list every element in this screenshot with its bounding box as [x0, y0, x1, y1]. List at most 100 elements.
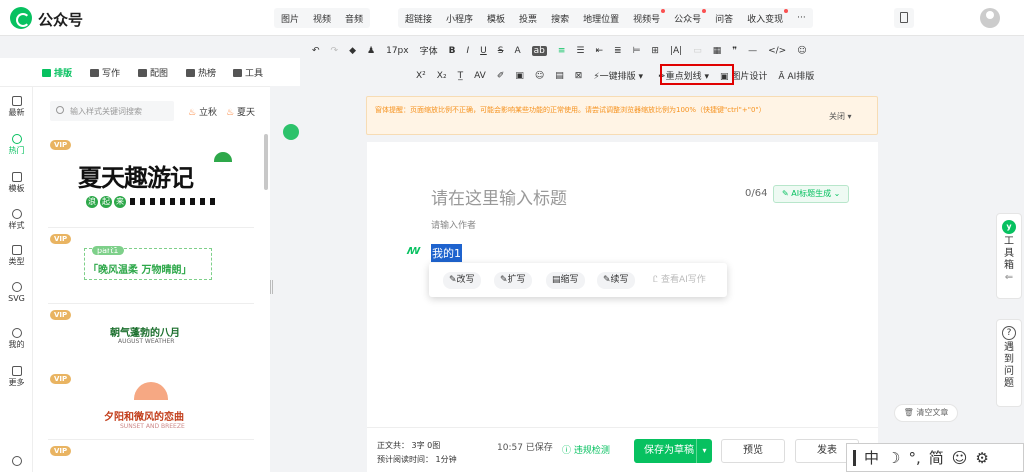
pen-icon[interactable]: ✐ [497, 71, 505, 81]
list-icon[interactable]: ⊞ [651, 46, 659, 56]
text-effect-icon[interactable]: T̲ [458, 71, 464, 81]
char-spacing-icon[interactable]: AV [474, 71, 486, 81]
ai-pen-icon[interactable]: ꟿ [407, 246, 420, 257]
quote-icon[interactable]: ❞ [732, 46, 737, 56]
format-brush-icon[interactable]: ◆ [349, 46, 356, 56]
author-input[interactable]: 请输入作者 [431, 218, 476, 231]
menu-location[interactable]: 地理位置 [576, 12, 626, 25]
table-icon[interactable]: ▦ [713, 46, 722, 56]
vnav-type[interactable]: 类型 [0, 245, 33, 267]
tab-hot-list[interactable]: 热榜 [186, 66, 216, 79]
menu-image[interactable]: 图片 [274, 12, 306, 25]
menu-miniprogram[interactable]: 小程序 [439, 12, 480, 25]
menu-vote[interactable]: 投票 [512, 12, 544, 25]
ime-moon-icon[interactable]: ☽ [887, 449, 900, 467]
font-color-icon[interactable]: A [514, 46, 520, 56]
menu-qa[interactable]: 问答 [708, 12, 740, 25]
tab-write[interactable]: 写作 [90, 66, 120, 79]
menu-search[interactable]: 搜索 [544, 12, 576, 25]
italic-icon[interactable]: I [466, 46, 469, 56]
panel-resize-handle[interactable] [270, 280, 273, 294]
indent-icon[interactable]: ⇤ [595, 46, 603, 56]
ime-chinese-mode[interactable]: 中 [864, 447, 879, 468]
ime-settings-icon[interactable]: ⚙ [975, 449, 988, 467]
vnav-style[interactable]: 样式 [0, 209, 33, 231]
headset-icon[interactable] [12, 456, 22, 466]
menu-monetize[interactable]: 收入变现 [740, 8, 790, 25]
selected-body-text[interactable]: 我的1 [431, 244, 462, 262]
code-icon[interactable]: </> [768, 46, 786, 56]
violation-check-button[interactable]: ⓘ 违规检测 [562, 443, 610, 456]
briefcase-icon[interactable]: ⊠ [575, 71, 583, 81]
strikethrough-icon[interactable]: S [498, 46, 504, 56]
ime-emoji-icon[interactable]: ☺ [952, 449, 968, 467]
chip-summer[interactable]: ♨ 夏天 [226, 105, 255, 118]
ai-title-button[interactable]: ✎ AI标题生成 ⌄ [773, 185, 850, 203]
tab-layout[interactable]: 排版 [42, 66, 72, 79]
underline-icon[interactable]: U [480, 46, 487, 56]
ai-layout-button[interactable]: Ā AI排版 [778, 69, 814, 82]
style-card-2[interactable]: VIP part1 「晚风温柔 万物晴朗」 [48, 234, 254, 304]
style-card-1[interactable]: VIP 夏天趣游记 浪 起 来 [48, 140, 254, 228]
style-card-4[interactable]: VIP 夕阳和微风的恋曲 SUNSET AND BREEZE [48, 374, 254, 440]
style-card-5[interactable]: VIP [48, 446, 254, 472]
preview-button[interactable]: 预览 [721, 439, 785, 463]
close-notice-button[interactable]: 关闭 ▾ [829, 111, 852, 122]
redo-icon[interactable]: ↷ [331, 46, 339, 56]
style-card-3[interactable]: VIP 朝气蓬勃的八月 AUGUST WEATHER [48, 310, 254, 378]
menu-audio[interactable]: 音频 [338, 12, 370, 25]
paragraph-spacing-icon[interactable]: ⊨ [633, 46, 641, 56]
line-height-icon[interactable]: ≣ [614, 46, 622, 56]
emoji-icon[interactable]: ☺ [797, 46, 806, 56]
vnav-mine[interactable]: 我的 [0, 328, 33, 350]
divider-icon[interactable]: ▭ [693, 46, 702, 56]
align-left-icon[interactable]: ≡ [558, 46, 566, 56]
font-size-select[interactable]: 17px [386, 46, 409, 56]
chevron-down-icon[interactable]: ▾ [696, 439, 712, 463]
font-family-select[interactable]: 字体 [420, 44, 438, 57]
menu-template[interactable]: 模板 [480, 12, 512, 25]
tab-illustration[interactable]: 配图 [138, 66, 168, 79]
clear-article-button[interactable]: 🗑 清空文章 [894, 404, 958, 422]
letter-spacing-icon[interactable]: |A| [670, 46, 682, 56]
background-color-icon[interactable]: ab [531, 45, 547, 56]
vnav-template[interactable]: 模板 [0, 172, 33, 194]
menu-channels[interactable]: 视频号 [626, 8, 667, 25]
continue-button[interactable]: ✎续写 [597, 272, 635, 289]
panel-toggle[interactable] [283, 124, 299, 140]
document-icon[interactable] [894, 8, 914, 28]
tab-tools[interactable]: 工具 [233, 66, 263, 79]
ime-drag-handle[interactable] [853, 449, 856, 466]
horizontal-rule-icon[interactable]: — [748, 46, 757, 56]
expand-button[interactable]: ✎扩写 [494, 272, 532, 289]
left-scrollbar[interactable] [264, 134, 268, 190]
help-panel[interactable]: ? 遇 到 问 题 [996, 319, 1022, 407]
menu-official-account[interactable]: 公众号 [667, 8, 708, 25]
avatar[interactable] [980, 8, 1000, 28]
menu-hyperlink[interactable]: 超链接 [398, 12, 439, 25]
ime-punctuation-icon[interactable]: °, [908, 449, 920, 467]
shorten-button[interactable]: ▤缩写 [546, 272, 585, 289]
undo-icon[interactable]: ↶ [312, 46, 320, 56]
ime-simplified-mode[interactable]: 简 [929, 447, 944, 468]
bold-icon[interactable]: B [449, 46, 456, 56]
rewrite-button[interactable]: ✎改写 [443, 272, 481, 289]
superscript-icon[interactable]: X² [416, 71, 426, 81]
menu-video[interactable]: 视频 [306, 12, 338, 25]
card-icon[interactable]: ▤ [555, 71, 564, 81]
vnav-hot[interactable]: 热门 [0, 134, 33, 156]
clear-format-icon[interactable]: ♟ [367, 46, 375, 56]
image-icon[interactable]: ▣ [515, 71, 524, 81]
vnav-latest[interactable]: 最新 [0, 96, 33, 118]
chip-liqiu[interactable]: ♨ 立秋 [188, 105, 217, 118]
subscript-icon[interactable]: X₂ [437, 71, 447, 81]
toolbox-panel[interactable]: y 工 具 箱 ⇐ [996, 213, 1022, 299]
vnav-more[interactable]: 更多 [0, 366, 33, 388]
align-center-icon[interactable]: ☰ [576, 46, 584, 56]
menu-more[interactable]: ··· [790, 13, 813, 23]
vnav-svg[interactable]: SVG [0, 282, 33, 304]
sticker-icon[interactable]: ☺ [535, 71, 544, 81]
view-ai-writing-button[interactable]: Ꮭ 查看AI写作 [647, 272, 712, 289]
title-input[interactable]: 请在这里输入标题 [431, 184, 567, 209]
style-search-input[interactable]: 输入样式关键词搜索 [50, 101, 174, 121]
